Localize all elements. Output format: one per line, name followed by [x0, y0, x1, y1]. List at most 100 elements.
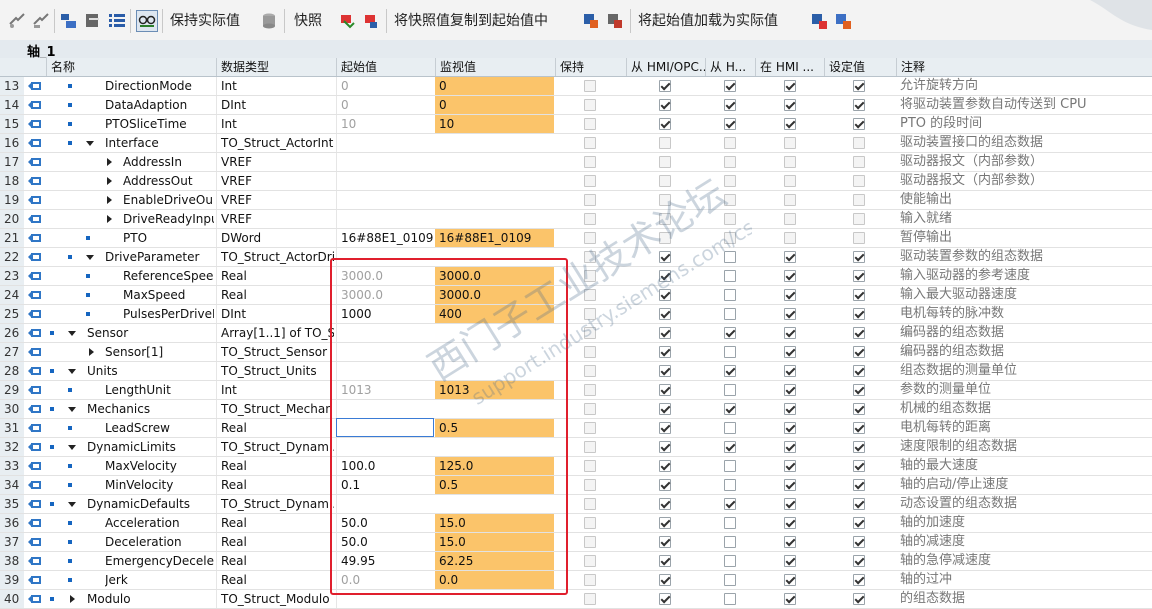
- table-row[interactable]: 22 DriveParameter TO_Struct_ActorDri... 驱动装…: [0, 248, 1152, 267]
- from-h-checkbox[interactable]: [724, 479, 736, 491]
- setpoint-checkbox[interactable]: [853, 479, 865, 491]
- header-comment[interactable]: 注释: [896, 58, 1152, 76]
- monitor-value[interactable]: 0: [435, 96, 554, 114]
- table-row[interactable]: 14 DataAdaption DInt 0 0 将驱动装置参数自动传送到 CPU: [0, 96, 1152, 115]
- expand-arrow-icon[interactable]: [107, 177, 112, 185]
- in-hmi-checkbox[interactable]: [784, 536, 796, 548]
- retain-checkbox[interactable]: [584, 270, 596, 282]
- from-h-checkbox[interactable]: [724, 213, 736, 225]
- keep-actual-label[interactable]: 保持实际值: [170, 11, 240, 31]
- start-value[interactable]: [336, 134, 434, 152]
- retain-checkbox[interactable]: [584, 137, 596, 149]
- table-row[interactable]: 35 DynamicDefaults TO_Struct_Dynami... 动态设置…: [0, 495, 1152, 514]
- in-hmi-checkbox[interactable]: [784, 460, 796, 472]
- from-h-checkbox[interactable]: [724, 574, 736, 586]
- hmi-opc-checkbox[interactable]: [659, 346, 671, 358]
- retain-checkbox[interactable]: [584, 555, 596, 567]
- hmi-opc-checkbox[interactable]: [659, 384, 671, 396]
- hmi-opc-checkbox[interactable]: [659, 232, 671, 244]
- header-dtype[interactable]: 数据类型: [216, 58, 336, 76]
- retain-checkbox[interactable]: [584, 251, 596, 263]
- setpoint-checkbox[interactable]: [853, 327, 865, 339]
- hmi-opc-checkbox[interactable]: [659, 308, 671, 320]
- in-hmi-checkbox[interactable]: [784, 175, 796, 187]
- in-hmi-checkbox[interactable]: [784, 270, 796, 282]
- retain-checkbox[interactable]: [584, 365, 596, 377]
- table-row[interactable]: 28 Units TO_Struct_Units 组态数据的测量单位: [0, 362, 1152, 381]
- table-row[interactable]: 19 EnableDriveOu...VREF 使能输出: [0, 191, 1152, 210]
- from-h-checkbox[interactable]: [724, 156, 736, 168]
- expand-arrow-icon[interactable]: [107, 215, 112, 223]
- member-name[interactable]: Modulo: [87, 590, 214, 608]
- in-hmi-checkbox[interactable]: [784, 403, 796, 415]
- table-row[interactable]: 40 Modulo TO_Struct_Modulo 的组态数据: [0, 590, 1152, 609]
- table-row[interactable]: 33 MaxVelocity Real 100.0 125.0 轴的最大速度: [0, 457, 1152, 476]
- in-hmi-checkbox[interactable]: [784, 384, 796, 396]
- hmi-opc-checkbox[interactable]: [659, 213, 671, 225]
- retain-checkbox[interactable]: [584, 118, 596, 130]
- member-name[interactable]: DynamicLimits: [87, 438, 214, 456]
- retain-checkbox[interactable]: [584, 346, 596, 358]
- retain-checkbox[interactable]: [584, 441, 596, 453]
- table-row[interactable]: 31LeadScrewReal1.00.5电机每转的距离: [0, 419, 1152, 438]
- from-h-checkbox[interactable]: [724, 137, 736, 149]
- member-name[interactable]: LeadScrew: [105, 419, 214, 437]
- start-value[interactable]: 0: [336, 96, 434, 114]
- hmi-opc-checkbox[interactable]: [659, 574, 671, 586]
- header-from-h[interactable]: 从 H...: [705, 58, 755, 76]
- setpoint-checkbox[interactable]: [853, 441, 865, 453]
- hmi-opc-checkbox[interactable]: [659, 194, 671, 206]
- setpoint-checkbox[interactable]: [853, 175, 865, 187]
- setpoint-checkbox[interactable]: [853, 137, 865, 149]
- table-row[interactable]: 16 Interface TO_Struct_ActorInt... 驱动装置接口的组…: [0, 134, 1152, 153]
- setpoint-checkbox[interactable]: [853, 384, 865, 396]
- retain-checkbox[interactable]: [584, 517, 596, 529]
- from-h-checkbox[interactable]: [724, 289, 736, 301]
- snapshot-compare-icon[interactable]: [362, 12, 380, 30]
- retain-checkbox[interactable]: [584, 574, 596, 586]
- setpoint-checkbox[interactable]: [853, 270, 865, 282]
- in-hmi-checkbox[interactable]: [784, 118, 796, 130]
- member-name[interactable]: EmergencyDeceler...: [105, 552, 214, 570]
- setpoint-checkbox[interactable]: [853, 593, 865, 605]
- copy-snapshot-icon[interactable]: [582, 12, 600, 30]
- start-value[interactable]: 0: [336, 77, 434, 95]
- retain-checkbox[interactable]: [584, 593, 596, 605]
- header-hmi-opc[interactable]: 从 HMI/OPC..: [626, 58, 705, 76]
- expand-arrow-icon[interactable]: [70, 595, 75, 603]
- hmi-opc-checkbox[interactable]: [659, 80, 671, 92]
- member-name[interactable]: Acceleration: [105, 514, 214, 532]
- member-name[interactable]: PulsesPerDriveR...: [123, 305, 214, 323]
- from-h-checkbox[interactable]: [724, 251, 736, 263]
- retain-checkbox[interactable]: [584, 194, 596, 206]
- hmi-opc-checkbox[interactable]: [659, 99, 671, 111]
- hmi-opc-checkbox[interactable]: [659, 118, 671, 130]
- from-h-checkbox[interactable]: [724, 460, 736, 472]
- table-row[interactable]: 25PulsesPerDriveR...DInt1000400电机每转的脉冲数: [0, 305, 1152, 324]
- retain-checkbox[interactable]: [584, 99, 596, 111]
- in-hmi-checkbox[interactable]: [784, 327, 796, 339]
- setpoint-checkbox[interactable]: [853, 213, 865, 225]
- header-start[interactable]: 起始值: [336, 58, 435, 76]
- hmi-opc-checkbox[interactable]: [659, 517, 671, 529]
- monitor-value[interactable]: [435, 134, 554, 152]
- in-hmi-checkbox[interactable]: [784, 194, 796, 206]
- setpoint-checkbox[interactable]: [853, 555, 865, 567]
- list-icon[interactable]: [108, 12, 126, 30]
- setpoint-checkbox[interactable]: [853, 365, 865, 377]
- retain-checkbox[interactable]: [584, 80, 596, 92]
- member-name[interactable]: DriveParameter: [105, 248, 214, 266]
- from-h-checkbox[interactable]: [724, 593, 736, 605]
- from-h-checkbox[interactable]: [724, 536, 736, 548]
- start-value[interactable]: [336, 172, 434, 190]
- header-in-hmi[interactable]: 在 HMI ...: [755, 58, 824, 76]
- collapse-arrow-icon[interactable]: [86, 141, 94, 146]
- expand-arrow-icon[interactable]: [89, 348, 94, 356]
- monitor-value[interactable]: [435, 191, 554, 209]
- setpoint-checkbox[interactable]: [853, 498, 865, 510]
- setpoint-checkbox[interactable]: [853, 517, 865, 529]
- from-h-checkbox[interactable]: [724, 308, 736, 320]
- from-h-checkbox[interactable]: [724, 441, 736, 453]
- from-h-checkbox[interactable]: [724, 194, 736, 206]
- collapse-arrow-icon[interactable]: [68, 331, 76, 336]
